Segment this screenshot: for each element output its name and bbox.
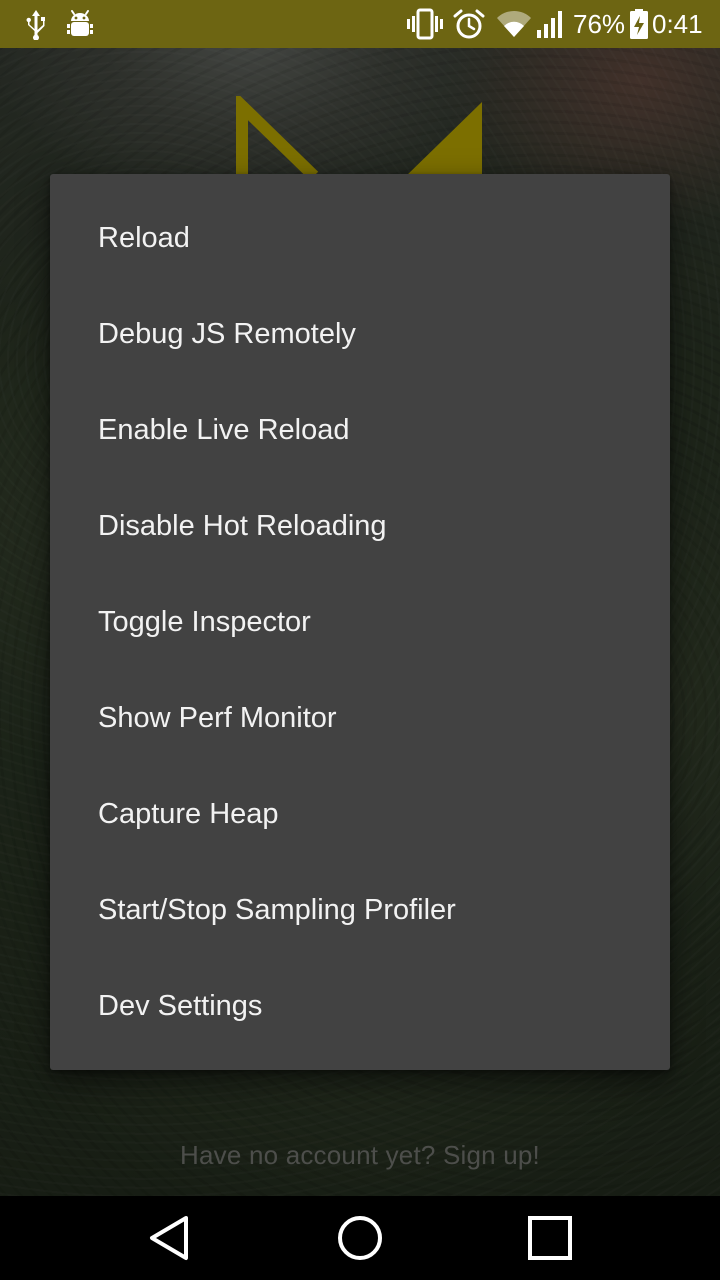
home-icon[interactable] — [334, 1212, 386, 1264]
menu-item-reload[interactable]: Reload — [50, 190, 670, 286]
menu-item-toggle-inspector[interactable]: Toggle Inspector — [50, 574, 670, 670]
android-debug-icon — [67, 10, 93, 36]
battery-charging-icon — [630, 9, 648, 39]
dev-menu-dialog: Reload Debug JS Remotely Enable Live Rel… — [50, 174, 670, 1070]
menu-item-dev-settings[interactable]: Dev Settings — [50, 958, 670, 1054]
battery-percentage: 76% — [573, 9, 626, 39]
cell-signal-icon — [537, 11, 562, 38]
menu-item-capture-heap[interactable]: Capture Heap — [50, 766, 670, 862]
usb-icon — [26, 10, 45, 40]
wifi-icon — [497, 10, 531, 37]
recents-icon[interactable] — [524, 1212, 576, 1264]
menu-item-disable-hot-reloading[interactable]: Disable Hot Reloading — [50, 478, 670, 574]
screen: Have no account yet? Sign up! 76% 0:41 R… — [0, 0, 720, 1280]
vibrate-icon — [407, 8, 443, 40]
back-icon[interactable] — [144, 1212, 196, 1264]
menu-item-debug-js-remotely[interactable]: Debug JS Remotely — [50, 286, 670, 382]
alarm-icon — [453, 9, 485, 39]
status-bar: 76% 0:41 — [0, 0, 720, 48]
menu-item-enable-live-reload[interactable]: Enable Live Reload — [50, 382, 670, 478]
menu-item-show-perf-monitor[interactable]: Show Perf Monitor — [50, 670, 670, 766]
menu-item-sampling-profiler[interactable]: Start/Stop Sampling Profiler — [50, 862, 670, 958]
clock: 0:41 — [652, 9, 703, 39]
navigation-bar — [0, 1196, 720, 1280]
